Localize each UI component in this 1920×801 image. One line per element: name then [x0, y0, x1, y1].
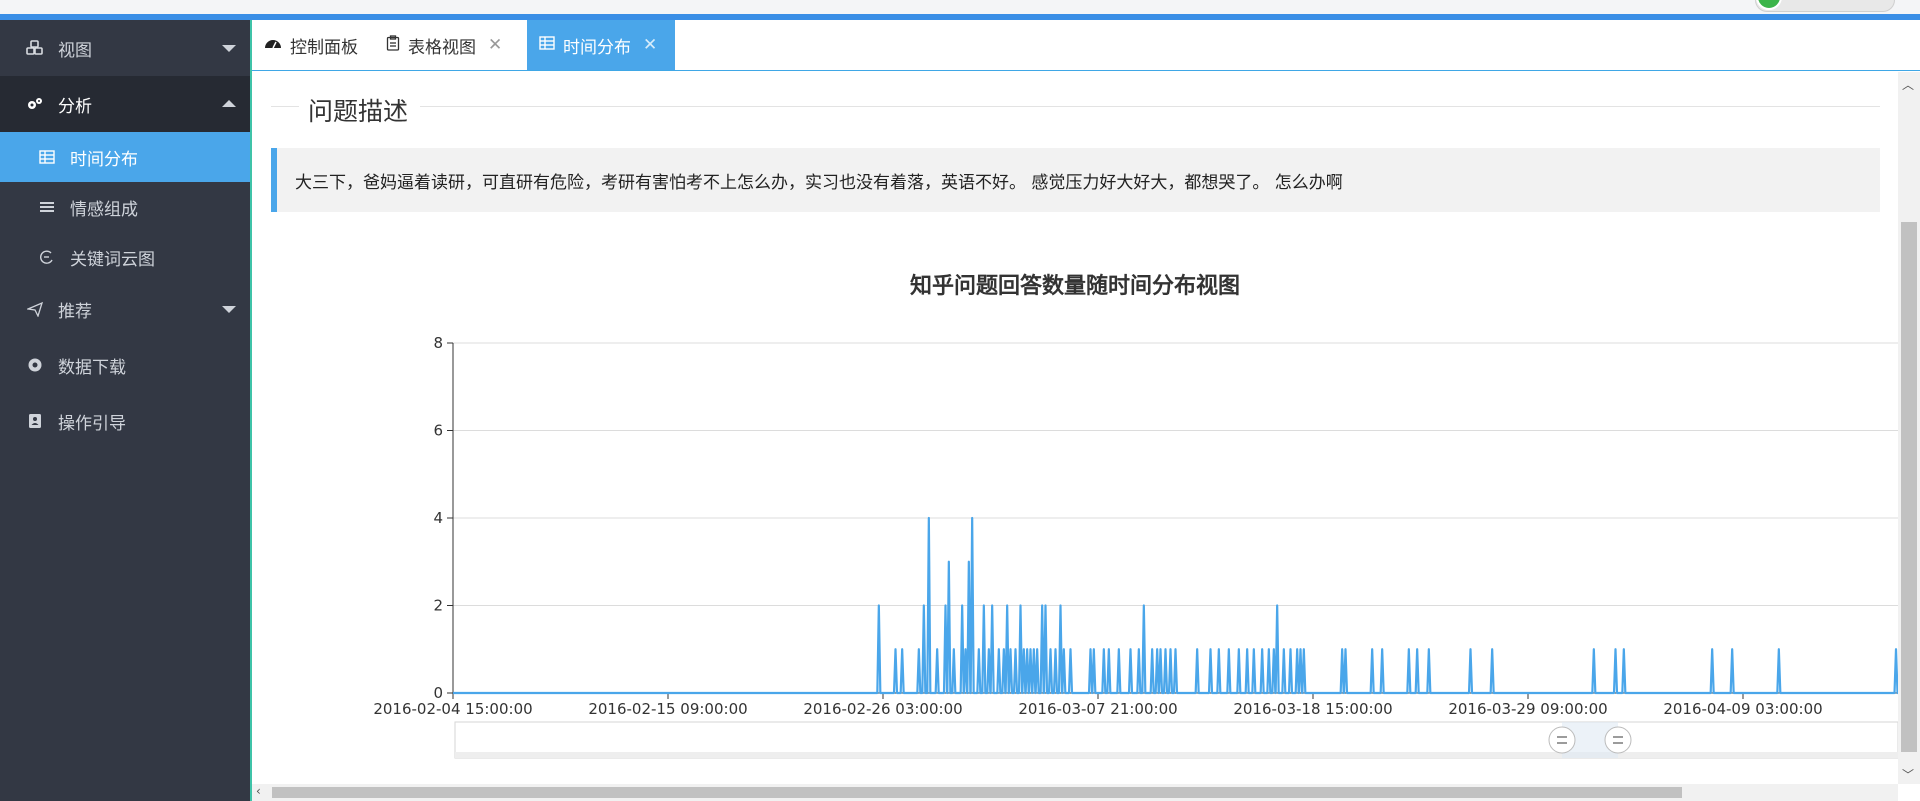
cloud-icon: [36, 249, 58, 265]
record-icon: [24, 357, 46, 373]
vertical-scroll-thumb[interactable]: [1901, 222, 1917, 752]
scroll-left-icon[interactable]: ‹: [256, 784, 261, 798]
tab-label: 控制面板: [290, 37, 358, 58]
x-tick-label: 2016-03-29 09:00:00: [1448, 700, 1607, 718]
bars-icon: [36, 200, 58, 214]
close-icon[interactable]: ✕: [643, 35, 657, 55]
x-tick-label: 2016-04-09 03:00:00: [1663, 700, 1822, 718]
horizontal-scroll-thumb[interactable]: [272, 787, 1682, 798]
sidebar-item-analysis[interactable]: 分析: [0, 76, 250, 132]
sidebar: 视图 分析 时间分布 情感组成 关键词云图 推荐 数据下载 操作引导: [0, 20, 250, 801]
time-distribution-chart: 024682016-02-04 15:00:00 2016-02-15 09:00…: [373, 334, 1898, 759]
sidebar-item-label: 数据下载: [58, 357, 126, 378]
clipboard-icon: [386, 35, 400, 55]
sidebar-subitem-time-distribution[interactable]: 时间分布: [0, 132, 250, 182]
top-strip: [0, 0, 1920, 20]
chevron-down-icon: [222, 45, 236, 52]
scroll-down-icon[interactable]: ﹀: [1902, 766, 1914, 783]
sidebar-item-recommend[interactable]: 推荐: [0, 281, 250, 337]
x-tick-label: 2016-03-18 15:00:00: [1233, 700, 1392, 718]
y-tick-label: 4: [433, 509, 443, 527]
chevron-down-icon: [222, 306, 236, 313]
sidebar-subitem-keyword-cloud[interactable]: 关键词云图: [0, 232, 250, 282]
contact-book-icon: [24, 413, 46, 429]
dashboard-icon: [264, 36, 282, 54]
y-tick-label: 2: [433, 597, 443, 615]
gears-icon: [24, 96, 46, 112]
scroll-up-icon[interactable]: ︿: [1902, 76, 1914, 93]
sidebar-item-data-download[interactable]: 数据下载: [0, 337, 250, 393]
sidebar-item-label: 时间分布: [70, 149, 138, 170]
zoom-handle-left-icon[interactable]: [1548, 726, 1576, 754]
horizontal-scrollbar[interactable]: ‹: [252, 784, 1898, 801]
sidebar-item-view[interactable]: 视图: [0, 20, 250, 76]
cubes-icon: [24, 40, 46, 56]
tab-dashboard[interactable]: 控制面板: [252, 20, 374, 70]
tab-bar: 控制面板 表格视图 ✕ 时间分布 ✕: [252, 20, 1920, 71]
y-tick-label: 6: [433, 422, 443, 440]
table-icon: [539, 36, 555, 54]
zoom-slider-baseline: [455, 752, 1898, 758]
vertical-scrollbar[interactable]: ︿ ﹀: [1898, 72, 1920, 784]
x-tick-label: 2016-02-26 03:00:00: [803, 700, 962, 718]
x-tick-label: 2016-03-07 21:00:00: [1018, 700, 1177, 718]
tab-time-distribution[interactable]: 时间分布 ✕: [527, 20, 675, 70]
table-icon: [36, 150, 58, 164]
send-icon: [24, 301, 46, 317]
sidebar-item-label: 情感组成: [70, 199, 138, 220]
sidebar-item-label: 操作引导: [58, 413, 126, 434]
sidebar-item-guide[interactable]: 操作引导: [0, 393, 250, 449]
sidebar-item-label: 推荐: [58, 301, 92, 322]
sidebar-item-label: 分析: [58, 96, 92, 117]
tab-table-view[interactable]: 表格视图 ✕: [374, 20, 524, 70]
tab-label: 时间分布: [563, 37, 631, 58]
sidebar-subitem-sentiment[interactable]: 情感组成: [0, 182, 250, 232]
x-tick-label: 2016-02-15 09:00:00: [588, 700, 747, 718]
x-tick-label: 2016-02-04 15:00:00: [373, 700, 532, 718]
zoom-handle-right-icon[interactable]: [1604, 726, 1632, 754]
sidebar-item-label: 视图: [58, 40, 92, 61]
sidebar-item-label: 关键词云图: [70, 249, 155, 270]
close-icon[interactable]: ✕: [488, 35, 502, 55]
y-tick-label: 8: [433, 334, 443, 352]
tab-label: 表格视图: [408, 37, 476, 58]
main-content: 问题描述 大三下，爸妈逼着读研，可直研有危险，考研有害怕考不上怎么办，实习也没有…: [252, 72, 1898, 784]
chevron-up-icon: [222, 100, 236, 107]
